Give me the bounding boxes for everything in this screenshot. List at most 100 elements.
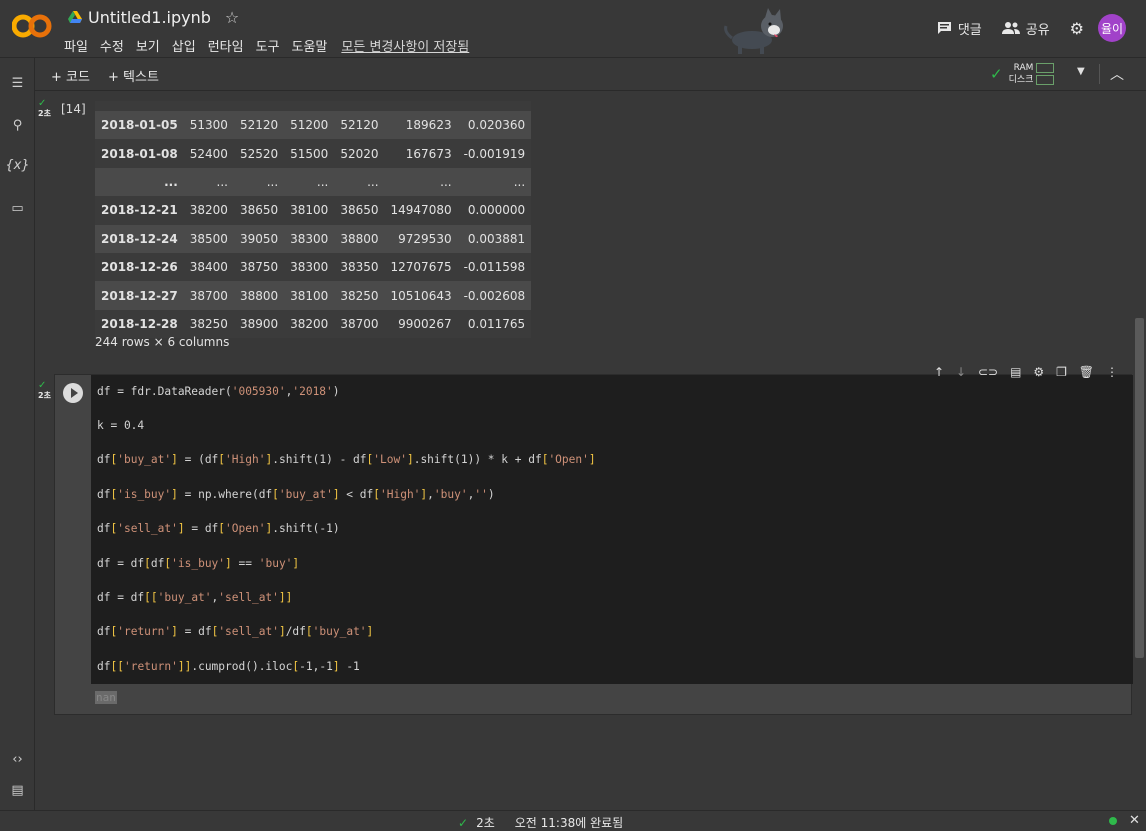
table-cell: 38700 [340, 316, 379, 331]
table-cell: ... [316, 174, 329, 189]
menu-view[interactable]: 보기 [136, 36, 160, 55]
status-check-icon: ✓ [458, 815, 469, 830]
table-cell: -0.011598 [463, 260, 526, 275]
add-text-button[interactable]: + 텍스트 [108, 66, 159, 85]
disk-label: 디스크 [1008, 75, 1034, 85]
table-cell: 38300 [290, 231, 329, 246]
resource-bars [1036, 63, 1055, 85]
menu-tools[interactable]: 도구 [256, 36, 280, 55]
table-cell: 189623 [405, 118, 452, 133]
code-snippets-icon[interactable]: ‹› [0, 752, 35, 767]
code-line-6: df = df[df['is_buy'] == 'buy'] [97, 557, 300, 570]
table-row-index: ... [164, 174, 178, 189]
share-label: 공유 [1025, 22, 1050, 38]
code-line-3: df['buy_at'] = (df['High'].shift(1) - df… [97, 453, 596, 466]
table-cell: -0.002608 [463, 288, 526, 303]
cell2-status: ✓ 2초 [38, 380, 51, 401]
menu-help[interactable]: 도움말 [292, 36, 328, 55]
table-row-index: 2018-12-26 [101, 260, 178, 275]
table-cell: 51500 [290, 146, 329, 161]
colab-logo-icon[interactable] [12, 12, 52, 40]
menu-runtime[interactable]: 런타임 [208, 36, 244, 55]
cell2-check-icon: ✓ [38, 380, 47, 391]
collapse-up-icon[interactable]: ︿ [1110, 64, 1124, 84]
left-sidebar: ☰ ⚲ {x} ▭ ‹› ▤ [0, 58, 35, 810]
table-cell: 12707675 [390, 260, 452, 275]
table-cell: 38700 [189, 288, 228, 303]
terminal-icon[interactable]: ▤ [0, 783, 35, 798]
files-folder-icon[interactable]: ▭ [0, 201, 35, 216]
table-cell: 52120 [340, 118, 379, 133]
settings-gear-icon[interactable]: ⚙ [1070, 19, 1084, 38]
status-bar: ✓ 2초 오전 11:38에 완료됨 ✕ [0, 810, 1146, 831]
code-line-7: df = df[['buy_at','sell_at']] [97, 591, 293, 604]
user-avatar[interactable]: 율이 [1098, 14, 1126, 42]
comment-cell-icon[interactable]: ▤ [1010, 365, 1021, 379]
comment-button[interactable]: 댓글 [937, 19, 982, 38]
star-icon[interactable]: ☆ [225, 8, 239, 27]
status-connected-dot [1109, 817, 1117, 825]
dataframe-output-table: 2018-01-05 51300 52120 51200 52120 189623 0.02… [95, 101, 532, 339]
code-cell[interactable]: df = fdr.DataReader('005930','2018') k =… [54, 374, 1133, 715]
chevron-down-icon[interactable]: ▼ [1077, 66, 1085, 77]
table-cell: 38650 [340, 203, 379, 218]
table-cell: 0.003881 [467, 231, 526, 246]
code-line-5: df['sell_at'] = df['Open'].shift(-1) [97, 522, 340, 535]
table-cell: 0.011765 [467, 316, 526, 331]
delete-cell-icon[interactable]: 🗑 [1079, 365, 1094, 379]
table-cell: 0.000000 [467, 203, 526, 218]
cell-settings-icon[interactable]: ⚙ [1033, 365, 1044, 379]
cell-output: nan [95, 691, 117, 704]
table-cell: 38400 [189, 260, 228, 275]
add-code-button[interactable]: + 코드 [51, 66, 90, 85]
table-cell: 38900 [239, 316, 279, 331]
share-button[interactable]: 공유 [1001, 19, 1050, 38]
table-row: 2018-12-28 38250 38900 38200 38700 9900267 0.0… [95, 309, 532, 339]
resource-labels: RAM 디스크 [1009, 62, 1034, 86]
table-cell: ... [440, 174, 452, 189]
table-cell: 38250 [189, 316, 228, 331]
code-line-4: df['is_buy'] = np.where(df['buy_at'] < d… [97, 488, 495, 501]
vertical-scrollbar[interactable] [1135, 318, 1144, 658]
notebook-content: ✓ 2초 [14] 2018-01-05 51300 52120 51200 52120… [35, 92, 1135, 810]
table-row [95, 101, 532, 111]
title-row: Untitled1.ipynb ☆ [68, 8, 239, 27]
table-cell: 38750 [239, 260, 279, 275]
code-line-8: df['return'] = df['sell_at']/df['buy_at'… [97, 625, 374, 638]
more-options-icon[interactable]: ⋮ [1106, 365, 1118, 379]
table-row: 2018-01-08 52400 52520 51500 52020 167673 -0.0… [95, 139, 532, 168]
table-cell: ... [216, 174, 228, 189]
code-editor[interactable]: df = fdr.DataReader('005930','2018') k =… [91, 375, 1133, 684]
table-cell: 52520 [239, 146, 279, 161]
ram-label: RAM [1013, 63, 1034, 73]
menu-insert[interactable]: 삽입 [172, 36, 196, 55]
header: Untitled1.ipynb ☆ 파일 수정 보기 삽입 런타임 도구 도움말… [0, 0, 1146, 58]
table-cell: 9729530 [398, 231, 452, 246]
table-cell: 51200 [290, 118, 329, 133]
table-cell: 52400 [189, 146, 228, 161]
menu-bar: 파일 수정 보기 삽입 런타임 도구 도움말 모든 변경사항이 저장됨 [64, 36, 481, 55]
move-down-icon[interactable]: ↓ [956, 365, 966, 379]
search-icon[interactable]: ⚲ [0, 118, 35, 133]
dataframe-caption: 244 rows × 6 columns [95, 335, 230, 349]
link-icon[interactable]: ⊂⊃ [978, 365, 998, 379]
run-cell-button[interactable] [63, 383, 83, 403]
table-cell: 38800 [340, 231, 379, 246]
variables-icon[interactable]: {x} [0, 158, 35, 173]
resource-indicator[interactable]: ✓ RAM 디스크 [990, 62, 1055, 86]
table-cell: 0.020360 [467, 118, 526, 133]
table-row: 2018-12-24 38500 39050 38300 38800 9729530 0.0… [95, 224, 532, 253]
menu-edit[interactable]: 수정 [100, 36, 124, 55]
table-cell: 38650 [239, 203, 279, 218]
menu-file[interactable]: 파일 [64, 36, 88, 55]
mirror-cell-icon[interactable]: ❐ [1056, 365, 1067, 379]
cell-toolbar: ↑ ↓ ⊂⊃ ▤ ⚙ ❐ 🗑 ⋮ [928, 362, 1124, 382]
move-up-icon[interactable]: ↑ [934, 365, 944, 379]
table-cell: 167673 [405, 146, 452, 161]
notebook-title[interactable]: Untitled1.ipynb [88, 8, 211, 27]
table-cell: 38100 [290, 288, 329, 303]
table-of-contents-icon[interactable]: ☰ [0, 76, 35, 91]
close-icon[interactable]: ✕ [1129, 813, 1140, 828]
cell1-status: ✓ 2초 [38, 99, 51, 119]
saved-status-link[interactable]: 모든 변경사항이 저장됨 [341, 36, 469, 55]
